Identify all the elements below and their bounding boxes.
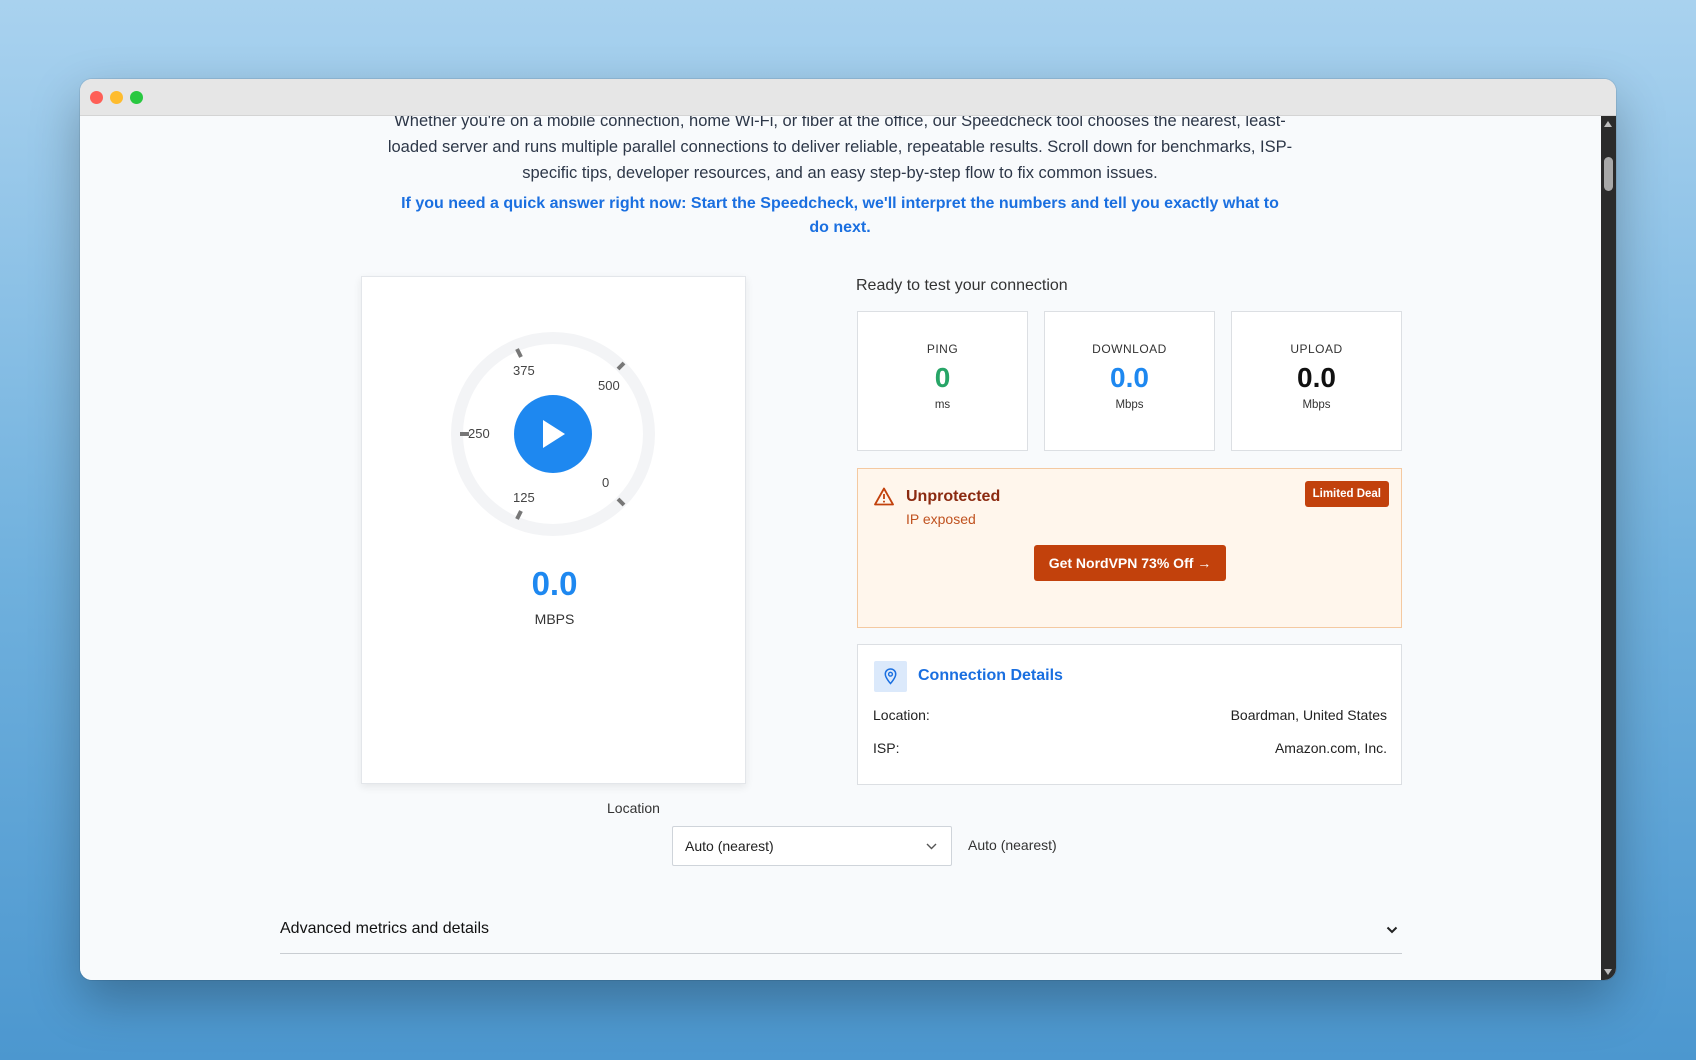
quick-answer-text: If you need a quick answer right now: St… xyxy=(401,195,1279,236)
intro-paragraph: Whether you're on a mobile connection, h… xyxy=(387,116,1293,182)
start-test-button[interactable] xyxy=(514,395,592,473)
close-window-button[interactable] xyxy=(90,91,103,104)
gauge-tick-125 xyxy=(515,510,523,520)
scroll-up-arrow-icon[interactable] xyxy=(1604,121,1612,127)
minimize-window-button[interactable] xyxy=(110,91,123,104)
download-value: 0.0 xyxy=(1110,362,1149,393)
ready-status-text: Ready to test your connection xyxy=(856,277,1068,294)
scrollbar-thumb[interactable] xyxy=(1604,157,1613,191)
advanced-metrics-accordion[interactable]: Advanced metrics and details xyxy=(280,912,1402,954)
metric-unit: ms xyxy=(934,399,951,411)
scroll-down-arrow-icon[interactable] xyxy=(1604,969,1612,975)
connection-row-value: Boardman, United States xyxy=(1230,707,1387,723)
metric-label: DOWNLOAD xyxy=(1092,342,1167,356)
metric-label: PING xyxy=(926,342,959,356)
connection-details-title: Connection Details xyxy=(918,667,1063,684)
upload-value: 0.0 xyxy=(1297,362,1336,393)
metric-unit: Mbps xyxy=(1302,399,1331,411)
gauge-tick-label: 500 xyxy=(598,378,620,393)
play-icon xyxy=(543,420,565,448)
download-metric-card: DOWNLOAD 0.0 Mbps xyxy=(1044,311,1215,451)
window-titlebar xyxy=(80,79,1616,116)
ping-value: 0 xyxy=(934,362,951,393)
gauge-speed-value: 0.0 xyxy=(531,565,578,602)
gauge-tick-label: 250 xyxy=(468,426,490,441)
vpn-promo-card: Unprotected IP exposed Limited Deal Get … xyxy=(857,468,1402,628)
gauge-tick-label: 0 xyxy=(602,475,610,490)
gauge-tick-label: 375 xyxy=(513,363,535,378)
connection-row-key: Location: xyxy=(873,707,930,723)
connection-row-value: Amazon.com, Inc. xyxy=(1274,740,1387,756)
location-label: Location xyxy=(607,800,660,816)
location-select-value: Auto (nearest) xyxy=(685,838,774,854)
speed-gauge-card: 0 125 250 375 500 0.0 MBPS xyxy=(361,276,746,784)
vertical-scrollbar[interactable] xyxy=(1601,116,1616,980)
metric-label: UPLOAD xyxy=(1290,342,1343,356)
chevron-down-icon xyxy=(926,843,937,850)
limited-deal-badge: Limited Deal xyxy=(1304,481,1389,507)
connection-icon-box xyxy=(874,661,907,692)
gauge-tick-label: 125 xyxy=(513,490,535,505)
location-pin-icon xyxy=(884,668,897,685)
upload-metric-card: UPLOAD 0.0 Mbps xyxy=(1231,311,1402,451)
metric-unit: Mbps xyxy=(1115,399,1144,411)
warning-triangle-icon xyxy=(874,487,894,506)
connection-details-card: Connection Details Location: Boardman, U… xyxy=(857,644,1402,785)
maximize-window-button[interactable] xyxy=(130,91,143,104)
vpn-status-subtitle: IP exposed xyxy=(906,511,976,527)
chevron-down-icon xyxy=(1386,926,1398,934)
ping-metric-card: PING 0 ms xyxy=(857,311,1028,451)
gauge-tick-375 xyxy=(515,348,523,358)
connection-row-key: ISP: xyxy=(873,740,900,756)
gauge-speed-unit: MBPS xyxy=(534,611,575,627)
advanced-metrics-label: Advanced metrics and details xyxy=(280,920,489,937)
vpn-status-title: Unprotected xyxy=(906,488,1001,505)
browser-window: Whether you're on a mobile connection, h… xyxy=(80,79,1616,980)
location-select[interactable]: Auto (nearest) xyxy=(672,826,952,866)
page-viewport: Whether you're on a mobile connection, h… xyxy=(80,116,1601,980)
selected-location-text: Auto (nearest) xyxy=(968,837,1057,853)
get-nordvpn-button[interactable]: Get NordVPN 73% Off → xyxy=(1034,545,1226,581)
